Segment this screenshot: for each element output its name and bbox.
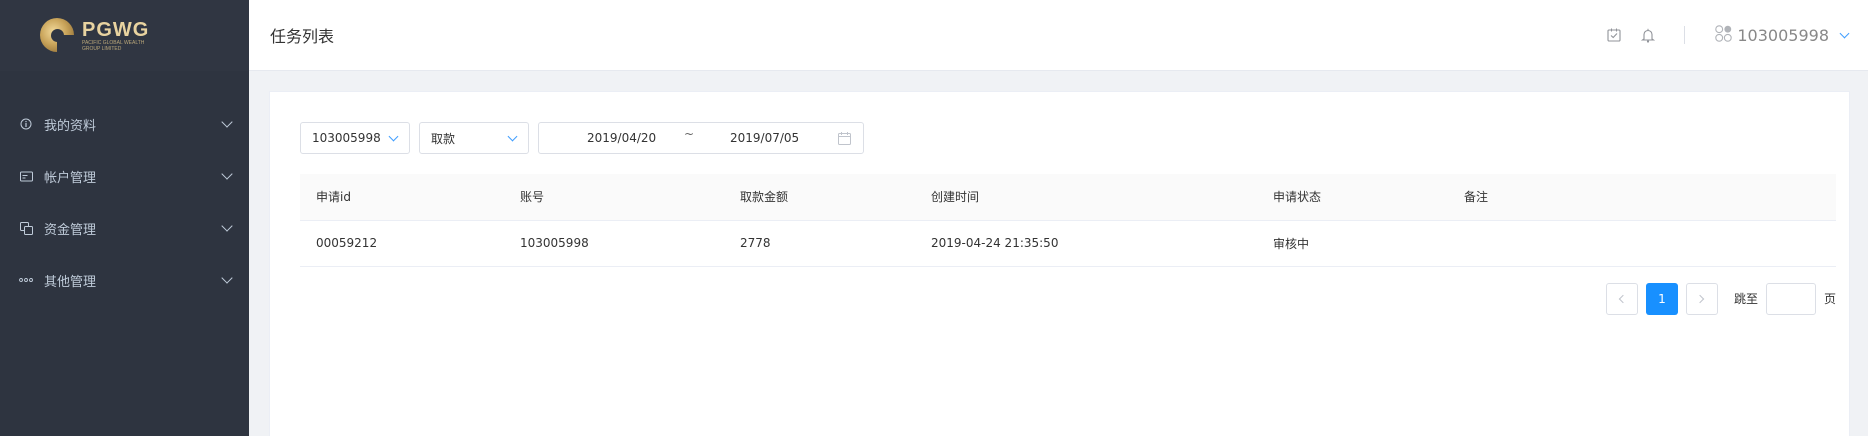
- funds-icon: [19, 221, 33, 235]
- header-divider: [1684, 26, 1686, 44]
- card-icon: [19, 169, 33, 183]
- pagination: 1 跳至 页: [300, 282, 1836, 315]
- date-start[interactable]: 2019/04/20: [587, 131, 656, 145]
- cell-amount: 2778: [724, 220, 915, 267]
- sidebar-item-label: 帐户管理: [44, 170, 97, 186]
- top-bar: 任务列表 103005998: [249, 0, 1868, 71]
- user-menu[interactable]: 103005998: [1715, 24, 1850, 46]
- chevron-down-icon: [221, 271, 233, 284]
- content: 103005998 取款 2019/04/20 ~ 2019/07/05 申请i…: [249, 71, 1868, 436]
- sidebar-item-account-management[interactable]: 帐户管理: [0, 150, 249, 202]
- chevron-down-icon: [1839, 28, 1850, 38]
- filter-bar: 103005998 取款 2019/04/20 ~ 2019/07/05: [300, 122, 1823, 154]
- column-header: 备注: [1448, 174, 1836, 221]
- prev-page-button[interactable]: [1605, 282, 1638, 315]
- username: 103005998: [1737, 25, 1829, 45]
- chevron-down-icon: [221, 115, 233, 128]
- goto-page-input[interactable]: [1765, 282, 1816, 315]
- table-header-row: 申请id 账号 取款金额 创建时间 申请状态 备注: [300, 174, 1836, 221]
- account-select[interactable]: 103005998: [300, 122, 410, 154]
- task-list-card: 103005998 取款 2019/04/20 ~ 2019/07/05 申请i…: [269, 91, 1850, 436]
- brand-logo[interactable]: PGWG PACIFIC GLOBAL WEALTH GROUP LIMITED: [0, 0, 249, 71]
- task-table: 申请id 账号 取款金额 创建时间 申请状态 备注 00059212 10300…: [300, 174, 1836, 267]
- cell-request-id: 00059212: [300, 220, 504, 267]
- cell-remark: [1448, 220, 1836, 267]
- account-select-value: 103005998: [312, 131, 381, 145]
- chevron-down-icon: [221, 219, 233, 232]
- type-select-value: 取款: [431, 131, 456, 146]
- next-page-button[interactable]: [1685, 282, 1718, 315]
- task-check-icon[interactable]: [1606, 27, 1622, 43]
- info-icon: [19, 117, 33, 131]
- chevron-down-icon: [221, 167, 233, 180]
- sidebar-item-other-management[interactable]: 其他管理: [0, 254, 249, 306]
- sidebar: PGWG PACIFIC GLOBAL WEALTH GROUP LIMITED…: [0, 0, 249, 436]
- column-header: 申请id: [300, 174, 504, 221]
- goto-label: 跳至: [1733, 292, 1758, 306]
- cell-created-time: 2019-04-24 21:35:50: [915, 220, 1257, 267]
- chevron-down-icon: [507, 131, 518, 141]
- sidebar-menu: 我的资料 帐户管理 资金管理 其他管理: [0, 71, 249, 306]
- calendar-icon[interactable]: [838, 132, 851, 145]
- page-suffix-label: 页: [1823, 292, 1836, 306]
- more-dots-icon: [19, 273, 33, 287]
- chevron-right-icon: [1696, 294, 1705, 303]
- page-number-current[interactable]: 1: [1645, 282, 1678, 315]
- chevron-left-icon: [1619, 294, 1628, 303]
- cell-account: 103005998: [504, 220, 724, 267]
- chevron-down-icon: [388, 131, 399, 141]
- page-title: 任务列表: [270, 27, 335, 46]
- date-end[interactable]: 2019/07/05: [730, 131, 799, 145]
- column-header: 创建时间: [915, 174, 1257, 221]
- sidebar-item-my-profile[interactable]: 我的资料: [0, 98, 249, 150]
- main-area: 任务列表 103005998 103005998 取款 2019/04/20 ~…: [249, 0, 1868, 436]
- user-avatar-icon: [1715, 24, 1733, 46]
- sidebar-item-label: 其他管理: [44, 274, 97, 290]
- column-header: 申请状态: [1257, 174, 1448, 221]
- cell-status: 审核中: [1257, 220, 1448, 267]
- brand-name: PGWG: [82, 18, 150, 41]
- sidebar-item-label: 资金管理: [44, 222, 97, 238]
- type-select[interactable]: 取款: [419, 122, 529, 154]
- bell-icon[interactable]: [1640, 27, 1656, 43]
- column-header: 取款金额: [724, 174, 915, 221]
- sidebar-item-label: 我的资料: [44, 118, 97, 134]
- column-header: 账号: [504, 174, 724, 221]
- brand-subtitle: PACIFIC GLOBAL WEALTH GROUP LIMITED: [82, 39, 145, 52]
- table-row[interactable]: 00059212 103005998 2778 2019-04-24 21:35…: [300, 220, 1836, 267]
- sidebar-item-funds-management[interactable]: 资金管理: [0, 202, 249, 254]
- date-range-picker[interactable]: 2019/04/20 ~ 2019/07/05: [538, 122, 864, 154]
- logo-icon: [38, 16, 78, 56]
- date-separator: ~: [684, 127, 695, 141]
